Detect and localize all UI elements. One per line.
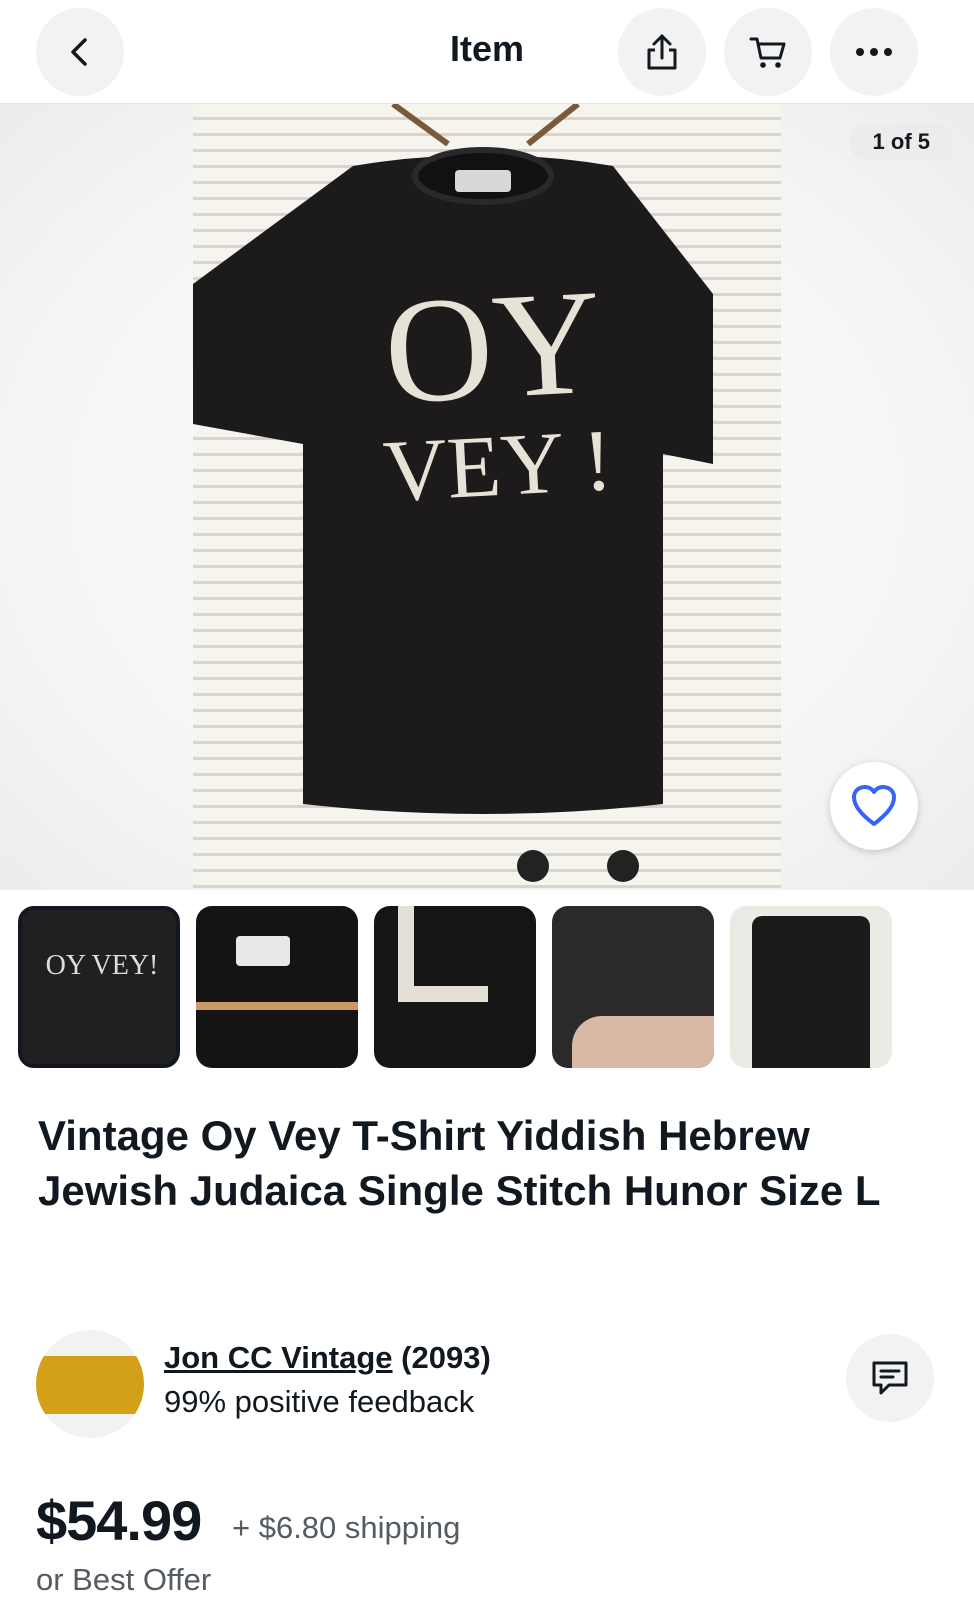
thumbnail-2[interactable] xyxy=(196,906,358,1068)
thumbnail-strip: OY VEY! xyxy=(18,906,958,1072)
best-offer-note: or Best Offer xyxy=(36,1562,212,1597)
seller-feedback-count: (2093) xyxy=(401,1340,491,1375)
watch-button[interactable] xyxy=(830,762,918,850)
cart-icon xyxy=(749,37,786,68)
top-bar: Item xyxy=(0,0,974,104)
image-counter: 1 of 5 xyxy=(848,124,954,160)
thumbnail-4[interactable] xyxy=(552,906,714,1068)
seller-info[interactable]: Jon CC Vintage (2093) xyxy=(164,1340,491,1376)
share-button[interactable] xyxy=(618,8,706,96)
thumbnail-1-label: OY VEY! xyxy=(45,950,159,981)
hand-shape xyxy=(572,1016,714,1068)
cart-button[interactable] xyxy=(724,8,812,96)
hanger-shape xyxy=(196,1002,358,1010)
shipping-cost: + $6.80 shipping xyxy=(232,1510,461,1545)
image-gallery[interactable]: OY VEY ! 1 of 5 xyxy=(0,104,974,890)
print-letter-shape xyxy=(398,906,488,1002)
product-photo[interactable]: OY VEY ! xyxy=(193,104,781,890)
share-icon xyxy=(647,34,677,70)
seller-name-link[interactable]: Jon CC Vintage xyxy=(164,1340,393,1375)
more-dots-icon xyxy=(856,48,892,56)
shirt-back-shape xyxy=(752,916,870,1068)
thumbnail-1[interactable]: OY VEY! xyxy=(18,906,180,1068)
price: $54.99 xyxy=(36,1489,202,1552)
message-icon xyxy=(872,1361,908,1395)
more-options-button[interactable] xyxy=(830,8,918,96)
seller-feedback-percent: 99% positive feedback xyxy=(164,1384,475,1419)
thumbnail-3[interactable] xyxy=(374,906,536,1068)
heart-icon xyxy=(852,785,896,826)
contact-seller-button[interactable] xyxy=(846,1334,934,1422)
thumbnail-5[interactable] xyxy=(730,906,892,1068)
listing-title: Vintage Oy Vey T-Shirt Yiddish Hebrew Je… xyxy=(38,1112,881,1214)
shirt-print-oy: OY xyxy=(380,258,606,436)
page-title: Item xyxy=(449,28,525,69)
seller-logo xyxy=(36,1356,144,1414)
tag-label-shape xyxy=(236,936,290,966)
shirt-print-vey: VEY ! xyxy=(381,412,615,521)
seller-avatar[interactable] xyxy=(36,1330,144,1438)
